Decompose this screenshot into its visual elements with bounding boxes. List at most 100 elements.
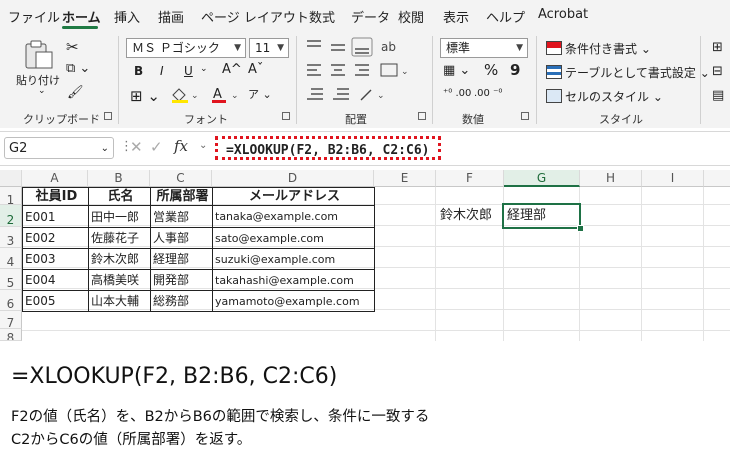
cut-icon[interactable]: ✂	[66, 38, 79, 56]
table-cell[interactable]: 佐藤花子	[88, 227, 151, 249]
column-header-b[interactable]: B	[88, 170, 150, 187]
clipboard-dialog-launcher[interactable]	[104, 112, 112, 120]
lookup-value-cell-f2[interactable]: 鈴木次郎	[436, 205, 504, 227]
format-painter-icon[interactable]: 🖌	[67, 85, 84, 100]
menu-view[interactable]: 表示	[443, 7, 469, 26]
row-header-5[interactable]: 5	[0, 269, 22, 290]
table-cell[interactable]: 総務部	[150, 290, 213, 312]
font-color-icon[interactable]: A ⌄	[210, 86, 242, 104]
align-top-icon[interactable]: ab	[305, 37, 405, 57]
fill-color-icon[interactable]: ⌄	[170, 86, 202, 104]
alignment-dialog-launcher[interactable]	[418, 112, 426, 120]
name-box[interactable]: G2 ⌄	[4, 137, 114, 159]
menu-review[interactable]: 校閲	[398, 7, 424, 26]
increase-decimal-icon[interactable]: ⁺⁰ .00	[443, 88, 471, 99]
table-cell[interactable]: E003	[22, 248, 89, 270]
paste-button[interactable]	[22, 40, 58, 70]
copy-icon[interactable]: ⧉ ⌄	[66, 61, 90, 76]
grid-line	[703, 187, 704, 341]
menu-file[interactable]: ファイル	[8, 7, 60, 26]
delete-cells-icon[interactable]: ⊟	[712, 64, 723, 79]
format-cells-icon[interactable]: ▤	[712, 88, 724, 103]
comma-button[interactable]: 9	[510, 61, 520, 79]
menu-acrobat[interactable]: Acrobat	[538, 7, 588, 22]
row-header-3[interactable]: 3	[0, 227, 22, 248]
indent-icons[interactable]: ⌄	[305, 86, 415, 104]
number-format-combo[interactable]: 標準 ▼	[440, 38, 528, 58]
header-cell-email[interactable]: メールアドレス	[212, 187, 375, 206]
enter-icon[interactable]: ✓	[150, 138, 163, 156]
table-cell[interactable]: suzuki@example.com	[212, 248, 375, 270]
menu-home[interactable]: ホーム	[62, 7, 101, 26]
row-header-6[interactable]: 6	[0, 290, 22, 311]
cell-styles-button[interactable]: セルのスタイル ⌄	[546, 88, 663, 105]
grow-font-button[interactable]: A^	[222, 62, 242, 77]
table-cell[interactable]: E004	[22, 269, 89, 291]
column-header-d[interactable]: D	[212, 170, 374, 187]
insert-cells-icon[interactable]: ⊞	[712, 40, 723, 55]
underline-button[interactable]: U	[184, 64, 193, 78]
row-header-2[interactable]: 2	[0, 205, 22, 227]
column-header-f[interactable]: F	[436, 170, 504, 187]
paste-dropdown-icon[interactable]: ⌄	[38, 86, 46, 96]
fill-handle[interactable]	[577, 225, 584, 232]
row-header-8[interactable]: 8	[0, 329, 22, 341]
table-cell[interactable]: 経理部	[150, 248, 213, 270]
bold-button[interactable]: B	[134, 64, 143, 78]
menu-help[interactable]: ヘルプ	[486, 7, 525, 26]
table-cell[interactable]: tanaka@example.com	[212, 205, 375, 228]
table-cell[interactable]: 開発部	[150, 269, 213, 291]
font-name-combo[interactable]: ＭＳ Ｐゴシック ▼	[126, 38, 246, 58]
table-cell[interactable]: takahashi@example.com	[212, 269, 375, 291]
row-header-4[interactable]: 4	[0, 248, 22, 269]
italic-button[interactable]: I	[160, 64, 164, 78]
select-all-corner[interactable]	[0, 170, 22, 187]
insert-function-icon[interactable]: fx	[174, 137, 188, 155]
formula-input[interactable]: =XLOOKUP(F2, B2:B6, C2:C6)	[215, 136, 441, 160]
column-header-c[interactable]: C	[150, 170, 212, 187]
chevron-down-icon[interactable]: ⌄	[199, 140, 207, 151]
menu-data[interactable]: データ	[351, 7, 390, 26]
shrink-font-button[interactable]: Aˇ	[248, 62, 263, 77]
row-header-1[interactable]: 1	[0, 187, 22, 207]
cancel-icon[interactable]: ✕	[130, 138, 143, 156]
column-header-a[interactable]: A	[22, 170, 88, 187]
table-cell[interactable]: E001	[22, 205, 89, 228]
header-cell-dept[interactable]: 所属部署	[150, 187, 213, 206]
currency-icon[interactable]: ▦ ⌄	[443, 63, 470, 78]
header-cell-name[interactable]: 氏名	[88, 187, 151, 206]
percent-button[interactable]: %	[484, 61, 498, 79]
table-cell[interactable]: 営業部	[150, 205, 213, 228]
cell-styles-label: セルのスタイル ⌄	[565, 90, 663, 104]
column-header-e[interactable]: E	[374, 170, 436, 187]
conditional-format-button[interactable]: 条件付き書式 ⌄	[546, 40, 651, 57]
table-cell[interactable]: 山本大輔	[88, 290, 151, 312]
format-as-table-button[interactable]: テーブルとして書式設定 ⌄	[546, 64, 710, 81]
borders-icon[interactable]: ⊞ ⌄	[130, 87, 160, 105]
font-dialog-launcher[interactable]	[282, 112, 290, 120]
table-cell[interactable]: sato@example.com	[212, 227, 375, 249]
menu-page-layout[interactable]: ページ レイアウト	[201, 7, 309, 26]
menu-insert[interactable]: 挿入	[114, 7, 140, 26]
font-size-combo[interactable]: 11 ▼	[249, 38, 289, 58]
table-cell[interactable]: 田中一郎	[88, 205, 151, 228]
table-cell[interactable]: E005	[22, 290, 89, 312]
table-cell[interactable]: 高橋美咲	[88, 269, 151, 291]
header-cell-id[interactable]: 社員ID	[22, 187, 89, 206]
column-header-i[interactable]: I	[642, 170, 704, 187]
menu-draw[interactable]: 描画	[158, 7, 184, 26]
number-dialog-launcher[interactable]	[521, 112, 529, 120]
column-header-g[interactable]: G	[504, 170, 580, 187]
phonetic-icon[interactable]: ア ⌄	[248, 86, 272, 102]
row-header-7[interactable]: 7	[0, 311, 22, 330]
table-cell[interactable]: yamamoto@example.com	[212, 290, 375, 312]
table-cell[interactable]: 鈴木次郎	[88, 248, 151, 270]
decrease-decimal-icon[interactable]: .00 ⁻⁰	[474, 88, 502, 99]
table-cell[interactable]: 人事部	[150, 227, 213, 249]
column-header-h[interactable]: H	[580, 170, 642, 187]
menu-formulas[interactable]: 数式	[309, 7, 335, 26]
horizontal-align-icons[interactable]: ⌄	[305, 62, 425, 80]
table-cell[interactable]: E002	[22, 227, 89, 249]
result-cell-g2[interactable]: 経理部	[502, 203, 581, 229]
underline-dropdown-icon[interactable]: ⌄	[200, 64, 208, 74]
